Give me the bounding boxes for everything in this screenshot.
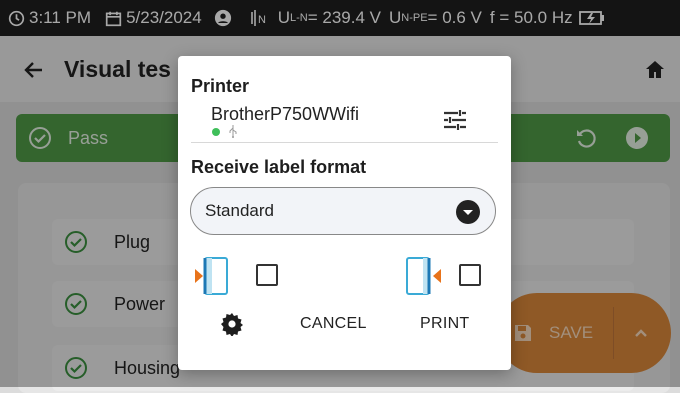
- tune-icon[interactable]: [442, 108, 468, 132]
- gear-icon[interactable]: [220, 312, 244, 336]
- printer-name: BrotherP750WWifi: [211, 104, 360, 124]
- label-left-orientation-icon: [195, 257, 228, 295]
- cancel-button[interactable]: CANCEL: [300, 315, 367, 333]
- dialog-divider: [191, 142, 498, 143]
- format-heading: Receive label format: [191, 157, 367, 177]
- label-right-checkbox[interactable]: [459, 264, 481, 286]
- label-right-orientation-icon: [406, 257, 441, 295]
- print-dialog: Printer BrotherP750WWifi Receive label f…: [178, 56, 511, 370]
- print-button[interactable]: PRINT: [420, 315, 470, 333]
- format-select[interactable]: Standard: [190, 187, 496, 235]
- format-select-value: Standard: [205, 201, 274, 220]
- label-left-checkbox[interactable]: [256, 264, 278, 286]
- printer-heading: Printer: [191, 76, 250, 96]
- usb-icon: [229, 125, 237, 138]
- chevron-down-circle-icon: [456, 200, 480, 224]
- printer-status-dot: [212, 128, 220, 136]
